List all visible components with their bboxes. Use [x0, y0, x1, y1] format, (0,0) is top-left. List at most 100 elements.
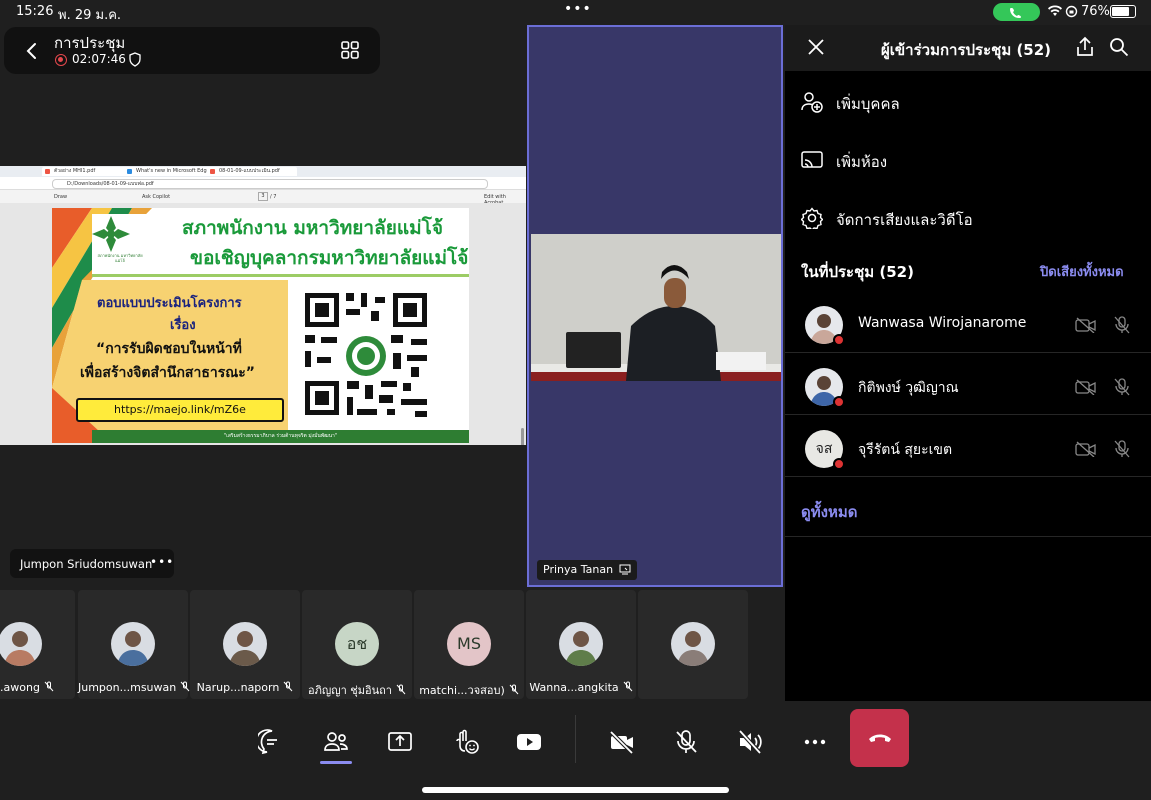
avatar — [111, 622, 155, 666]
browser-tab[interactable]: ตัวอย่าง MHI1.pdf — [42, 167, 129, 176]
panel-title: ผู้เข้าร่วมการประชุม (52) — [881, 41, 1052, 59]
recording-icon — [55, 54, 67, 66]
slide-body-line-1: ตอบแบบประเมินโครงการ — [97, 296, 242, 311]
camera-off-icon — [1075, 317, 1096, 333]
status-badge — [833, 334, 845, 346]
participant-name: อภิญญา ชุ่มอินถา — [308, 684, 392, 697]
close-icon[interactable] — [807, 38, 825, 56]
participant-tile[interactable] — [638, 590, 748, 699]
participant-tile[interactable]: Wanna...angkita — [526, 590, 636, 699]
presenter-label[interactable]: Jumpon Sriudomsuwan ••• — [10, 549, 174, 578]
add-room-label: เพิ่มห้อง — [836, 153, 888, 171]
status-bar: 15:26 พ. 29 ม.ค. ••• 76% — [0, 0, 1151, 24]
share-icon[interactable] — [1075, 36, 1095, 58]
avatar — [559, 622, 603, 666]
more-options-icon[interactable]: ••• — [150, 555, 174, 569]
meeting-timer: 02:07:46 — [72, 52, 126, 66]
browser-tab[interactable]: What's new in Microsoft Edge — [124, 167, 212, 176]
control-divider — [575, 715, 576, 763]
wifi-icon — [1048, 5, 1062, 16]
page-number-field[interactable]: 3 — [258, 192, 268, 201]
gear-icon — [801, 207, 823, 229]
call-controls — [0, 701, 1151, 800]
chat-button[interactable] — [252, 722, 292, 762]
avatar — [671, 622, 715, 666]
raise-hand-reactions-button[interactable] — [446, 722, 486, 762]
pdf-scrollbar[interactable] — [521, 428, 524, 445]
video-play-icon — [517, 734, 541, 750]
participant-tile-name: Wanna...angkita — [526, 681, 636, 694]
participant-tile-name: p...awong — [0, 681, 75, 694]
add-people-label: เพิ่มบุคคล — [836, 95, 900, 113]
active-speaker-tile[interactable]: Prinya Tanan — [527, 25, 783, 587]
share-screen-icon — [388, 732, 412, 751]
in-meeting-heading: ในที่ประชุม (52) — [801, 263, 914, 281]
participant-row[interactable]: Wanwasa Wirojanarome — [785, 291, 1151, 353]
people-button[interactable] — [316, 722, 356, 762]
mic-toggle-button[interactable] — [666, 722, 706, 762]
participant-tile[interactable]: อช อภิญญา ชุ่มอินถา — [302, 590, 412, 699]
gallery-view-icon[interactable] — [340, 40, 360, 60]
survey-link[interactable]: https://maejo.link/mZ6e — [76, 398, 284, 422]
see-all-button[interactable]: ดูทั้งหมด — [801, 500, 857, 524]
more-actions-button[interactable] — [795, 722, 835, 762]
ask-copilot-button[interactable]: Ask Copilot — [142, 194, 170, 200]
participant-tile[interactable]: MS matchi...วจสอบ) — [414, 590, 524, 699]
avatar — [223, 622, 267, 666]
participant-name: จุรีรัตน์ สุยะเขต — [858, 442, 953, 458]
camera-toggle-button[interactable] — [602, 722, 642, 762]
browser-tab-active[interactable]: 08-01-09-แบบประเมิน.pdf — [207, 167, 297, 176]
leave-call-button[interactable] — [850, 709, 909, 767]
camera-off-icon — [609, 730, 634, 755]
slide-footer: "เสริมสร้างธรรมาภิบาล ร่วมต้านทุจริต มุ่… — [92, 430, 469, 443]
status-badge — [833, 458, 845, 470]
participant-tile-name: matchi...วจสอบ) — [414, 681, 524, 699]
battery-percent: 76% — [1081, 4, 1110, 19]
pdf-toolbar: Draw 3 / 7 Ask Copilot Edit with Acrobat — [0, 190, 526, 206]
speaker-video — [531, 234, 781, 381]
participant-tile[interactable]: p...awong — [0, 590, 75, 699]
battery-icon — [1110, 5, 1136, 18]
pdf-viewer: สภาพนักงาน มหาวิทยาลัยแม่โจ้ สภาพนักงาน … — [0, 203, 526, 445]
back-chevron-icon[interactable] — [22, 39, 42, 63]
share-screen-button[interactable] — [380, 722, 420, 762]
orientation-lock-icon — [1065, 5, 1078, 18]
mute-all-button[interactable]: ปิดเสียงทั้งหมด — [1040, 261, 1124, 282]
raise-hand-icon — [456, 729, 479, 754]
shield-icon[interactable] — [128, 52, 142, 67]
participant-tile[interactable]: Narup...naporn — [190, 590, 300, 699]
speaker-off-icon — [738, 729, 762, 755]
mic-off-icon — [180, 681, 190, 692]
qr-code-icon — [291, 281, 441, 431]
home-indicator[interactable] — [422, 787, 729, 793]
speaker-toggle-button[interactable] — [730, 722, 770, 762]
search-icon[interactable] — [1109, 37, 1129, 57]
url-field[interactable]: D:/Downloads/08-01-09-แบบฟอ.pdf — [52, 179, 488, 189]
avatar — [0, 622, 42, 666]
mic-off-icon — [676, 730, 697, 753]
shared-screen[interactable]: ตัวอย่าง MHI1.pdf What's new in Microsof… — [0, 166, 526, 445]
pdf-slide: สภาพนักงาน มหาวิทยาลัยแม่โจ้ สภาพนักงาน … — [52, 208, 469, 443]
slide-body-line-4: เพื่อสร้างจิตสำนึกสาธารณะ” — [80, 365, 255, 381]
mic-off-icon — [44, 681, 54, 692]
browser-tab-bar: ตัวอย่าง MHI1.pdf What's new in Microsof… — [0, 166, 526, 177]
youtube-app-button[interactable] — [509, 722, 549, 762]
mic-off-icon — [1114, 378, 1130, 396]
mic-off-icon — [396, 684, 406, 695]
page-total: / 7 — [270, 194, 277, 200]
participant-row[interactable]: จส จุรีรัตน์ สุยะเขต — [785, 415, 1151, 477]
university-logo-icon — [92, 216, 130, 252]
participant-row[interactable]: กิติพงษ์ วุฒิญาณ — [785, 353, 1151, 415]
slide-title-line-1: สภาพนักงาน มหาวิทยาลัยแม่โจ้ — [182, 217, 443, 239]
active-call-pill[interactable] — [993, 3, 1040, 21]
multitask-dots[interactable]: ••• — [564, 1, 592, 17]
participant-name: p...awong — [0, 681, 40, 694]
mic-off-icon — [509, 684, 519, 695]
draw-tool[interactable]: Draw — [54, 194, 67, 200]
camera-off-icon — [1075, 441, 1096, 457]
status-badge — [833, 396, 845, 408]
participant-name: Wanna...angkita — [529, 681, 619, 694]
panel-header: ผู้เข้าร่วมการประชุม (52) — [785, 25, 1151, 71]
participant-tile[interactable]: Jumpon...msuwan — [78, 590, 190, 699]
divider — [785, 536, 1151, 537]
